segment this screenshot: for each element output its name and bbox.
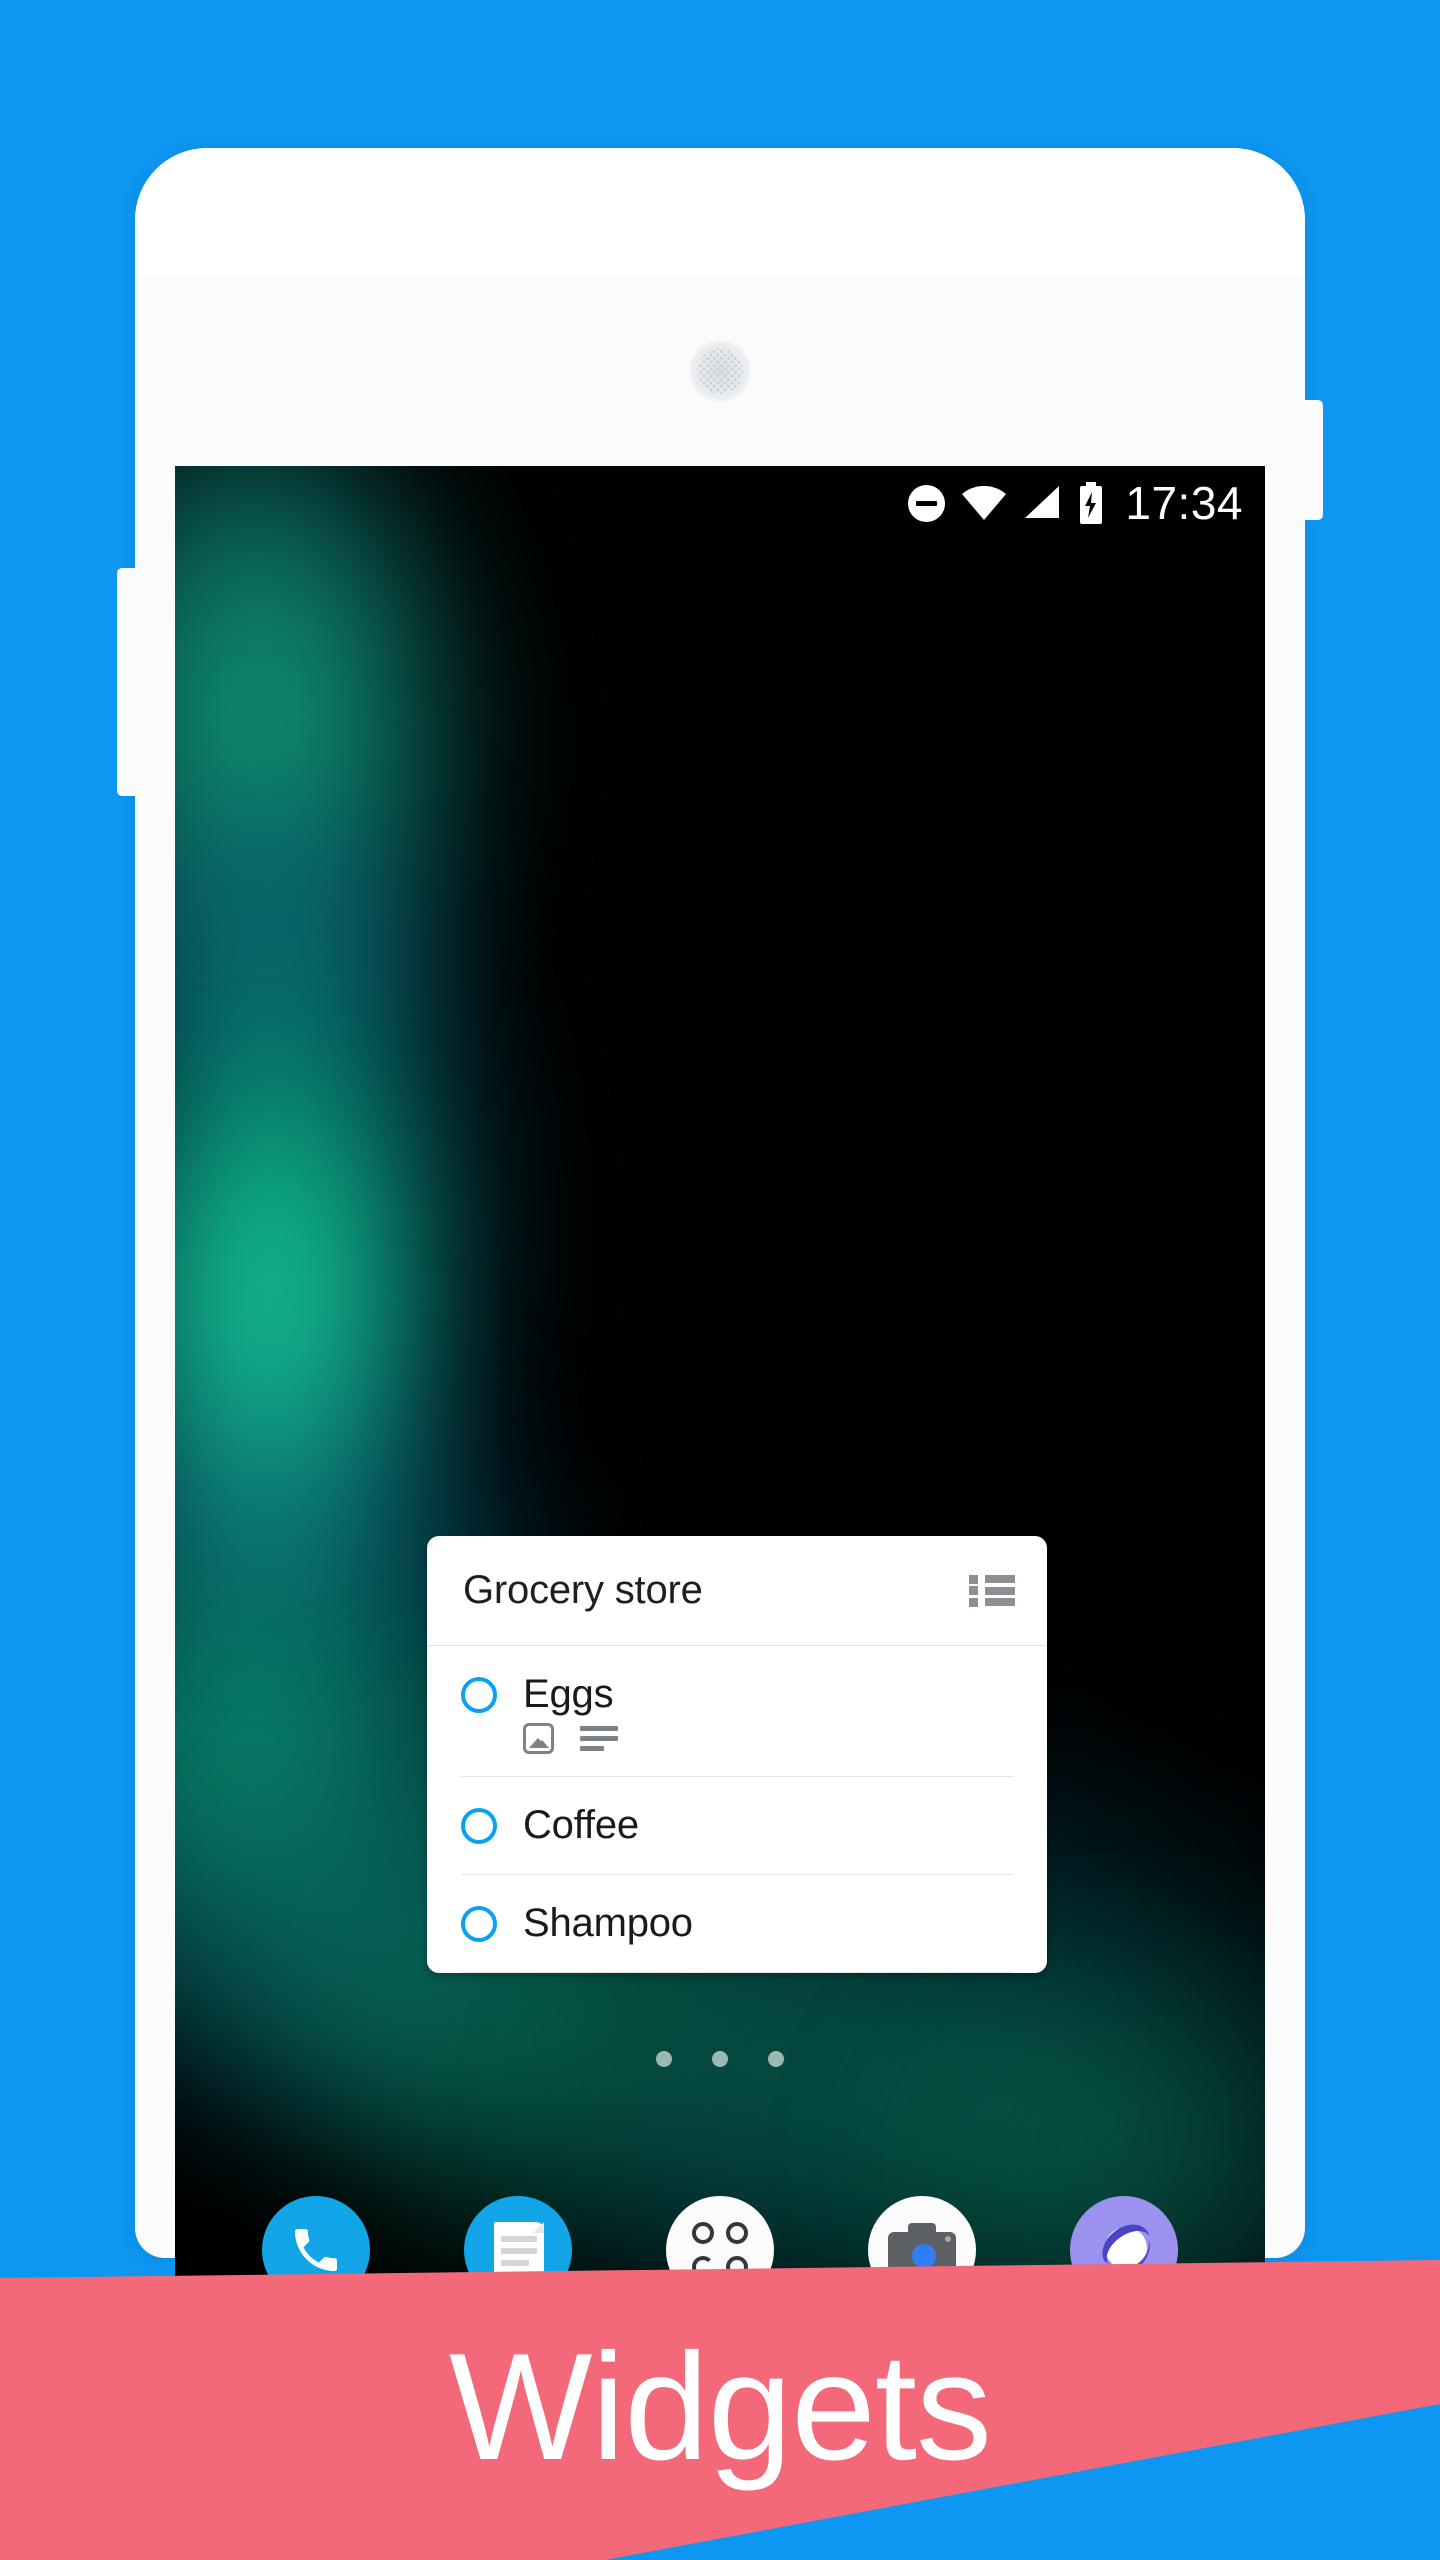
volume-rocker-button[interactable] xyxy=(117,568,137,796)
cellular-signal-icon xyxy=(1023,486,1061,520)
status-bar: 17:34 xyxy=(175,466,1265,540)
list-item[interactable]: Eggs xyxy=(461,1646,1013,1777)
status-bar-clock: 17:34 xyxy=(1125,477,1243,529)
widget-title: Grocery store xyxy=(463,1568,703,1612)
note-attachment-icon[interactable] xyxy=(580,1726,618,1751)
home-page-indicator xyxy=(175,2051,1265,2067)
item-checkbox[interactable] xyxy=(461,1905,497,1942)
power-button[interactable] xyxy=(1303,400,1323,520)
item-checkbox[interactable] xyxy=(461,1807,497,1844)
phone-top-bezel xyxy=(135,148,1305,278)
item-label: Shampoo xyxy=(523,1901,693,1945)
widget-header: Grocery store xyxy=(427,1536,1047,1646)
item-checkbox[interactable] xyxy=(461,1676,497,1713)
grocery-list-widget[interactable]: Grocery store Eggs Coffee Shampoo xyxy=(427,1536,1047,1973)
battery-charging-icon xyxy=(1078,482,1104,524)
banner-title: Widgets xyxy=(448,2321,992,2492)
item-label: Coffee xyxy=(523,1803,639,1847)
phone-device-mockup: 17:34 Grocery store Eggs Coffee Shampoo xyxy=(117,148,1323,2338)
promo-banner: Widgets xyxy=(0,2260,1440,2560)
wifi-icon xyxy=(962,486,1007,520)
item-label: Eggs xyxy=(523,1672,614,1716)
page-dot[interactable] xyxy=(656,2051,672,2067)
page-dot[interactable] xyxy=(768,2051,784,2067)
earpiece-speaker-grille-icon xyxy=(689,340,751,402)
page-dot[interactable] xyxy=(712,2051,728,2067)
phone-screen: 17:34 Grocery store Eggs Coffee Shampoo xyxy=(175,466,1265,2338)
list-item[interactable]: Coffee xyxy=(461,1777,1013,1875)
list-item[interactable]: Shampoo xyxy=(461,1875,1013,1973)
do-not-disturb-icon xyxy=(908,484,946,522)
list-view-icon[interactable] xyxy=(969,1574,1015,1607)
photo-attachment-icon[interactable] xyxy=(523,1723,554,1754)
item-attachments xyxy=(523,1723,1013,1754)
